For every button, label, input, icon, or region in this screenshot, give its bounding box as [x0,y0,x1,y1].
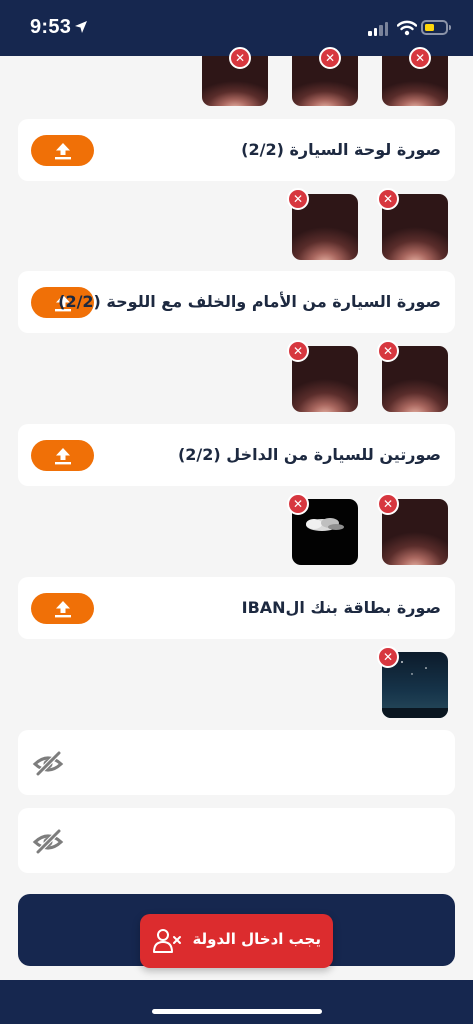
error-toast: يجب ادخال الدولة [140,914,333,968]
close-icon[interactable]: ✕ [287,493,309,515]
close-icon[interactable]: ✕ [409,47,431,69]
upload-icon [54,447,71,464]
upload-section-plate: صورة لوحة السيارة (2/2) [18,119,455,181]
close-icon[interactable]: ✕ [287,188,309,210]
cellular-signal-icon [368,22,388,36]
battery-icon [421,20,451,35]
home-indicator[interactable] [152,1009,322,1014]
bottom-bar [0,980,473,1024]
confirm-password-field[interactable] [18,808,455,873]
close-icon[interactable]: ✕ [319,47,341,69]
close-icon[interactable]: ✕ [377,188,399,210]
upload-icon [54,142,71,159]
upload-section-interior: صورتين للسيارة من الداخل (2/2) [18,424,455,486]
location-arrow-icon [75,21,87,33]
upload-section-iban: صورة بطاقة بنك الIBAN [18,577,455,639]
section-title: صورة لوحة السيارة (2/2) [241,140,441,159]
password-field[interactable] [18,730,455,795]
close-icon[interactable]: ✕ [377,646,399,668]
wifi-icon [397,20,417,36]
section-title: صورتين للسيارة من الداخل (2/2) [177,445,441,464]
upload-button[interactable] [31,135,94,166]
eye-slash-icon[interactable] [32,828,64,854]
section-title: صورة بطاقة بنك الIBAN [241,598,441,617]
upload-button[interactable] [31,593,94,624]
eye-slash-icon[interactable] [32,750,64,776]
toast-message: يجب ادخال الدولة [192,930,321,948]
close-icon[interactable]: ✕ [229,47,251,69]
section-title: صورة السيارة من الأمام والخلف مع اللوحة … [58,292,441,311]
upload-button[interactable] [31,440,94,471]
close-icon[interactable]: ✕ [377,340,399,362]
status-time: 9:53 [30,16,72,38]
upload-icon [54,600,71,617]
close-icon[interactable]: ✕ [377,493,399,515]
user-remove-icon [153,929,181,953]
upload-section-front-back: صورة السيارة من الأمام والخلف مع اللوحة … [18,271,455,333]
close-icon[interactable]: ✕ [287,340,309,362]
